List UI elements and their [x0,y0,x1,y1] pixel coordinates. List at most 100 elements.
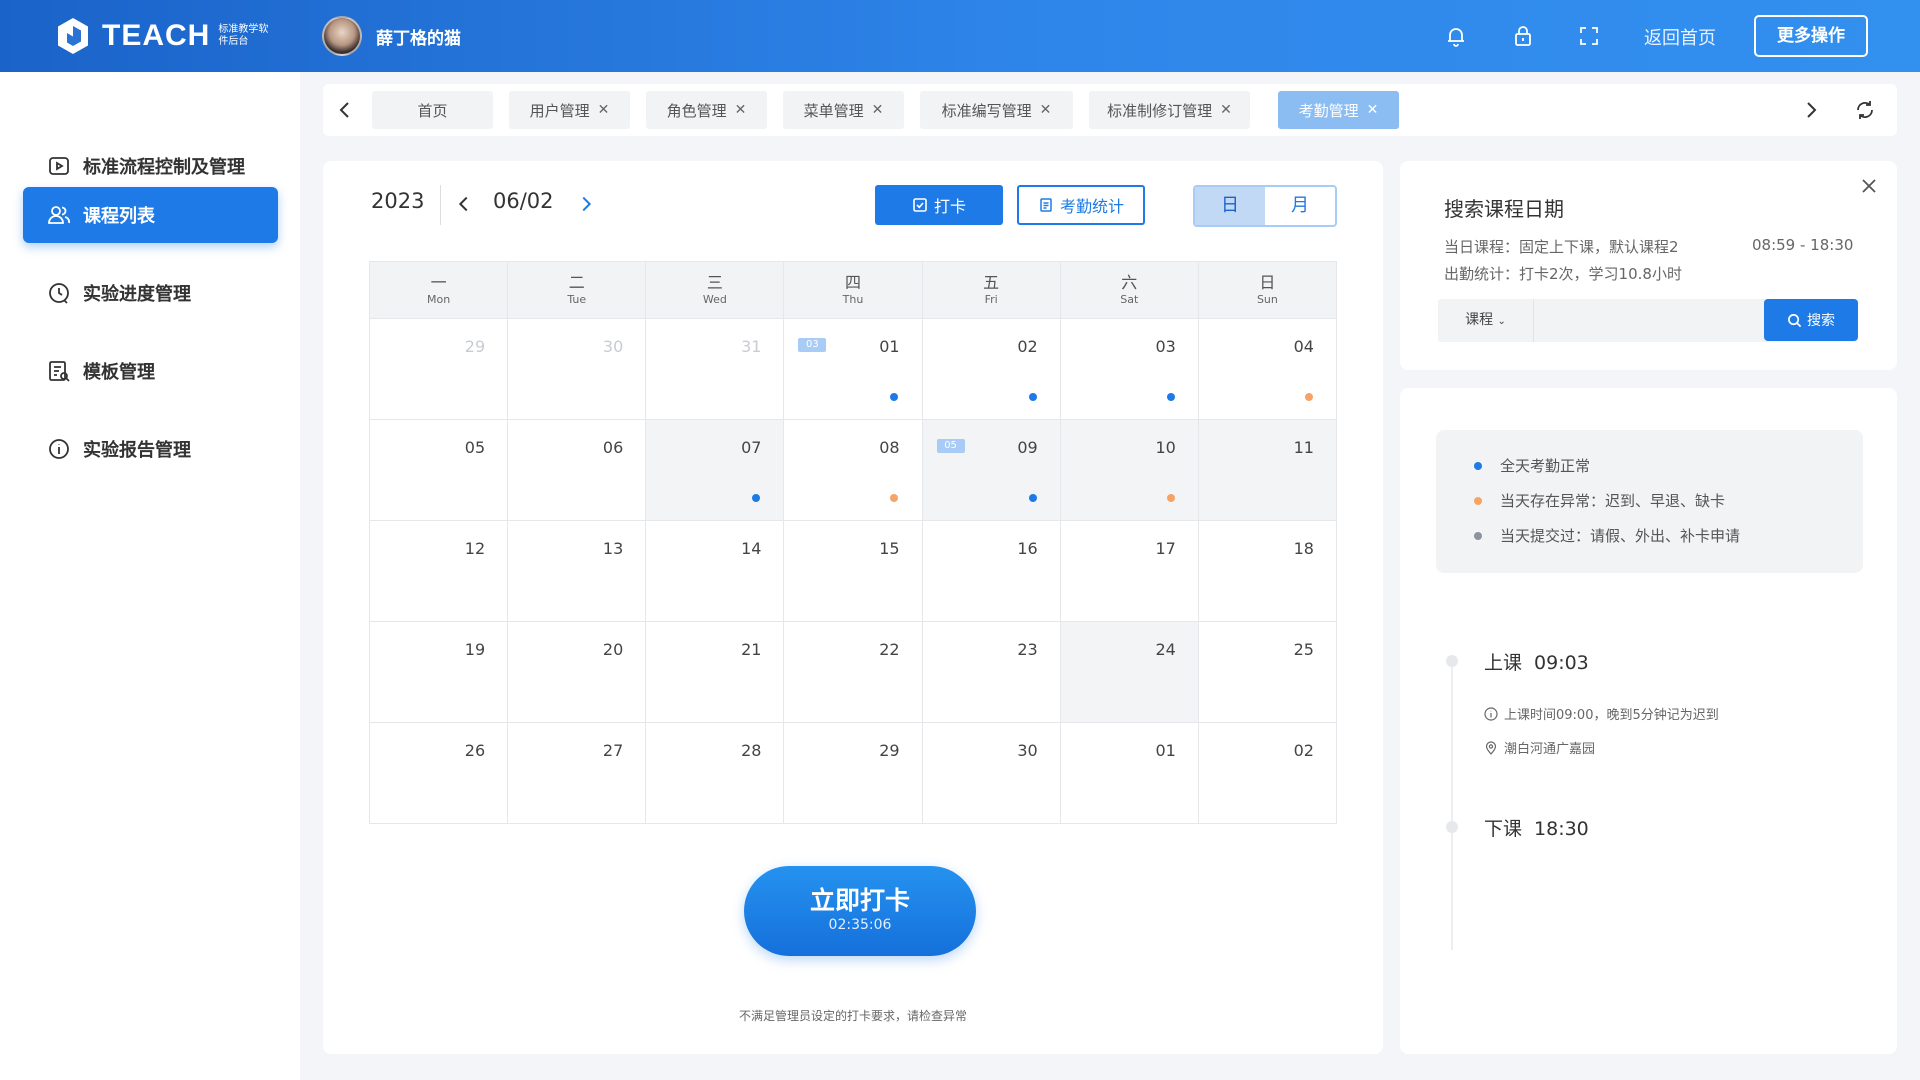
day-number: 21 [741,640,762,659]
calendar-day-cell[interactable]: 19 [370,622,509,722]
more-actions-button[interactable]: 更多操作 [1754,15,1868,57]
calendar-day-cell[interactable]: 23 [923,622,1061,722]
sidebar-item-reports[interactable]: 实验报告管理 [23,421,278,477]
close-icon[interactable]: ✕ [1367,102,1379,118]
calendar-day-cell[interactable]: 02 [923,319,1061,419]
attendance-status-dot [1166,393,1175,401]
calendar-day-cell[interactable]: 17 [1061,521,1199,621]
calendar-day-cell[interactable]: 11 [1198,420,1337,520]
view-month-button[interactable]: 月 [1265,187,1335,225]
chevron-left-icon[interactable] [333,98,357,122]
calendar-day-cell[interactable]: 08 [784,420,923,520]
attendance-stats-button[interactable]: 考勤统计 [1017,185,1145,225]
calendar-day-cell[interactable]: 27 [508,723,647,823]
punch-now-button[interactable]: 立即打卡 02:35:06 [744,866,976,956]
bell-icon[interactable] [1444,24,1468,48]
checkin-button[interactable]: 打卡 [875,185,1003,225]
attendance-status-dot [890,494,899,502]
tab-standard-writing[interactable]: 标准编写管理 ✕ [920,91,1073,129]
calendar-day-cell[interactable]: 06 [508,420,647,520]
calendar-day-cell[interactable]: 30 [508,319,647,419]
tab-role-management[interactable]: 角色管理 ✕ [646,91,767,129]
calendar-day-cell[interactable]: 30 [923,723,1061,823]
close-icon[interactable]: ✕ [598,102,610,118]
tab-attendance[interactable]: 考勤管理 ✕ [1278,91,1399,129]
sidebar-item-course-list[interactable]: 课程列表 [23,187,278,243]
calendar-day-cell[interactable]: 03 [1061,319,1199,419]
calendar-day-cell[interactable]: 22 [784,622,923,722]
day-number: 22 [879,640,900,659]
weekday-cn: 日 [1259,273,1276,292]
home-link[interactable]: 返回首页 [1644,24,1716,50]
calendar-day-cell[interactable]: 26 [370,723,509,823]
calendar-day-cell[interactable]: 12 [370,521,509,621]
calendar-day-cell[interactable]: 28 [646,723,785,823]
tab-home[interactable]: 首页 [372,91,493,129]
fullscreen-icon[interactable] [1577,24,1601,48]
calendar-day-cell[interactable]: 01 [1061,723,1199,823]
course-select[interactable]: 课程 ⌄ [1438,299,1534,342]
view-toggle[interactable]: 日 月 [1193,185,1337,227]
weekday-en: Wed [702,293,727,306]
day-number: 16 [1017,539,1038,558]
sidebar-item-templates[interactable]: 模板管理 [23,343,278,399]
close-icon[interactable]: ✕ [735,102,747,118]
stats-label: 考勤统计 [1059,197,1124,216]
sidebar-item-progress[interactable]: 实验进度管理 [23,265,278,321]
calendar-day-cell[interactable]: 25 [1199,622,1337,722]
calendar-day-cell[interactable]: 14 [646,521,785,621]
day-number: 02 [1293,741,1314,760]
sidebar-item-label: 实验进度管理 [83,284,191,305]
attendance-status-dot [1028,494,1037,502]
logo[interactable]: TEACH 标准教学软件后台 [56,17,274,55]
close-icon[interactable]: ✕ [1220,102,1232,118]
day-number: 06 [602,438,624,457]
checkbox-icon [913,198,927,212]
calendar-day-cell[interactable]: 29 [370,319,509,419]
today-course: 当日课程：固定上下课，默认课程2 [1444,238,1679,256]
weekday-cn: 五 [983,273,1000,292]
avatar[interactable] [322,16,362,56]
calendar-day-cell[interactable]: 04 [1199,319,1337,419]
calendar-day-cell[interactable]: 16 [923,521,1061,621]
calendar-day-cell[interactable]: 02 [1199,723,1337,823]
chevron-right-icon[interactable] [1799,98,1823,122]
calendar-day-cell[interactable]: 05 [370,420,509,520]
legend-label: 当天提交过：请假、外出、补卡申请 [1500,527,1741,545]
close-icon[interactable] [1860,177,1878,195]
calendar-day-cell[interactable]: 24 [1060,622,1199,722]
day-number: 27 [602,741,624,760]
calendar-grid: 一 Mon 二 Tue 三 Wed 四 Thu 五 Fri 六 Sat 日 Sun 29 30 31 01 03 0… [369,261,1337,824]
tab-standard-revision[interactable]: 标准制修订管理 ✕ [1089,91,1250,129]
close-icon[interactable]: ✕ [1040,102,1052,118]
calendar-day-cell[interactable]: 15 [784,521,923,621]
sidebar-item-process-control[interactable]: 标准流程控制及管理 [23,138,278,194]
current-date: 06/02 [493,189,554,213]
calendar-day-cell[interactable]: 13 [508,521,647,621]
search-button[interactable]: 搜索 [1764,299,1858,341]
calendar-day-cell[interactable]: 31 [646,319,785,419]
weekday-en: Tue [567,293,587,306]
weekday-header: 一 Mon 二 Tue 三 Wed 四 Thu 五 Fri 六 Sat 日 Sun [369,261,1337,319]
calendar-day-cell[interactable]: 10 [1060,420,1199,520]
next-date-icon[interactable] [575,193,597,215]
tab-menu-management[interactable]: 菜单管理 ✕ [783,91,904,129]
close-icon[interactable]: ✕ [872,102,884,118]
top-header: TEACH 标准教学软件后台 薛丁格的猫 返回首页 更多操作 [0,0,1920,72]
calendar-day-cell[interactable]: 21 [646,622,785,722]
calendar-day-cell[interactable]: 01 03 [784,319,923,419]
calendar-day-cell[interactable]: 18 [1199,521,1337,621]
calendar-day-cell[interactable]: 07 [646,420,785,520]
lock-icon[interactable] [1511,24,1535,48]
view-day-button[interactable]: 日 [1195,187,1265,225]
clock-icon [49,283,69,304]
calendar-day-cell[interactable]: 20 [508,622,647,722]
day-number: 12 [464,539,486,558]
prev-date-icon[interactable] [453,193,475,215]
calendar-day-cell[interactable]: 09 05 [922,420,1061,520]
user-profile[interactable]: 薛丁格的猫 [322,16,461,56]
calendar-day-cell[interactable]: 29 [784,723,923,823]
sidebar: 标准流程控制及管理 课程列表 实验进度管理 模板管理 实验报告管理 [0,72,300,1080]
tab-user-management[interactable]: 用户管理 ✕ [509,91,630,129]
refresh-icon[interactable] [1853,98,1877,122]
